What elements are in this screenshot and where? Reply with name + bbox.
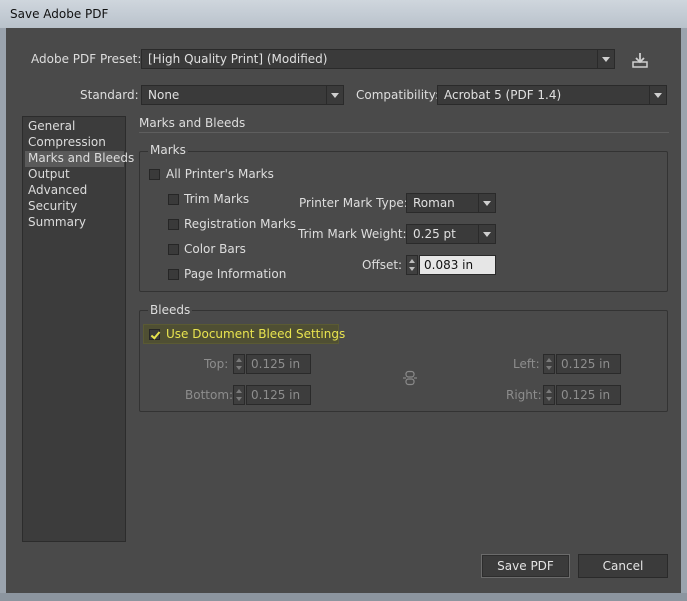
stepper-arrows-icon[interactable] <box>543 354 555 374</box>
all-printers-marks-checkbox[interactable] <box>149 169 160 180</box>
standard-label: Standard: <box>80 88 139 102</box>
section-title: Marks and Bleeds <box>139 116 246 130</box>
trim-mark-weight-dropdown[interactable]: 0.25 pt <box>406 224 496 244</box>
color-bars-label: Color Bars <box>184 242 246 256</box>
sidebar-item-output[interactable]: Output <box>28 167 70 183</box>
printer-mark-type-value: Roman <box>413 196 455 210</box>
bleed-right-stepper[interactable]: 0.125 in <box>543 385 621 405</box>
preset-value: [High Quality Print] (Modified) <box>148 52 328 66</box>
title-bar[interactable]: Save Adobe PDF <box>0 0 687 29</box>
chevron-down-icon <box>597 50 614 68</box>
bleed-top-stepper[interactable]: 0.125 in <box>233 354 311 374</box>
offset-input[interactable]: 0.083 in <box>419 255 496 275</box>
color-bars-checkbox[interactable] <box>168 244 179 255</box>
page-information-checkbox[interactable] <box>168 269 179 280</box>
standard-value: None <box>148 88 180 102</box>
bleed-bottom-stepper[interactable]: 0.125 in <box>233 385 311 405</box>
trim-mark-weight-value: 0.25 pt <box>413 227 456 241</box>
sidebar-item-compression[interactable]: Compression <box>28 135 106 151</box>
sidebar-item-advanced[interactable]: Advanced <box>28 183 87 199</box>
chevron-down-icon <box>478 225 495 243</box>
registration-marks-label: Registration Marks <box>184 217 297 231</box>
bleed-right-label: Right: <box>506 388 542 402</box>
bleed-left-label: Left: <box>513 357 540 371</box>
use-document-bleed-label: Use Document Bleed Settings <box>166 327 346 341</box>
printer-mark-type-dropdown[interactable]: Roman <box>406 193 496 213</box>
sidebar-item-summary[interactable]: Summary <box>28 215 86 231</box>
all-printers-marks-label: All Printer's Marks <box>166 167 274 181</box>
offset-label: Offset: <box>362 258 403 272</box>
save-preset-icon[interactable] <box>631 51 649 69</box>
trim-marks-label: Trim Marks <box>184 192 250 206</box>
bleeds-group-title: Bleeds <box>148 303 193 317</box>
offset-stepper[interactable]: 0.083 in <box>406 255 496 275</box>
compatibility-label: Compatibility: <box>356 88 440 102</box>
bleed-top-input[interactable]: 0.125 in <box>246 354 311 374</box>
bleed-bottom-input[interactable]: 0.125 in <box>246 385 311 405</box>
chain-link-icon[interactable] <box>402 370 418 386</box>
bleed-right-input[interactable]: 0.125 in <box>556 385 621 405</box>
printer-mark-type-label: Printer Mark Type: <box>299 196 408 210</box>
bleed-bottom-label: Bottom: <box>185 388 234 402</box>
sidebar-item-general[interactable]: General <box>28 119 75 135</box>
preset-dropdown[interactable]: [High Quality Print] (Modified) <box>141 49 615 69</box>
chevron-down-icon <box>326 86 343 104</box>
bleed-left-input[interactable]: 0.125 in <box>556 354 621 374</box>
bleed-left-stepper[interactable]: 0.125 in <box>543 354 621 374</box>
category-list: General Compression Marks and Bleeds Out… <box>22 116 134 542</box>
stepper-arrows-icon[interactable] <box>406 255 418 275</box>
stepper-arrows-icon[interactable] <box>543 385 555 405</box>
stepper-arrows-icon[interactable] <box>233 354 245 374</box>
compatibility-value: Acrobat 5 (PDF 1.4) <box>444 88 562 102</box>
compatibility-dropdown[interactable]: Acrobat 5 (PDF 1.4) <box>437 85 667 105</box>
window-title: Save Adobe PDF <box>10 7 109 21</box>
registration-marks-checkbox[interactable] <box>168 219 179 230</box>
trim-mark-weight-label: Trim Mark Weight: <box>298 227 407 241</box>
bleed-top-label: Top: <box>204 357 229 371</box>
sidebar-item-marks-and-bleeds[interactable]: Marks and Bleeds <box>25 151 134 167</box>
preset-label: Adobe PDF Preset: <box>31 52 142 66</box>
use-document-bleed-checkbox[interactable] <box>149 329 160 340</box>
chevron-down-icon <box>649 86 666 104</box>
save-pdf-button[interactable]: Save PDF <box>481 554 570 578</box>
window-frame-right <box>681 28 687 601</box>
sidebar-item-security[interactable]: Security <box>28 199 77 215</box>
chevron-down-icon <box>478 194 495 212</box>
page-information-label: Page Information <box>184 267 287 281</box>
cancel-button[interactable]: Cancel <box>578 554 668 578</box>
window-frame-bottom <box>0 593 687 601</box>
standard-dropdown[interactable]: None <box>141 85 344 105</box>
trim-marks-checkbox[interactable] <box>168 194 179 205</box>
marks-group-title: Marks <box>148 143 188 157</box>
save-adobe-pdf-dialog: Save Adobe PDF Adobe PDF Preset: [High Q… <box>0 0 687 601</box>
section-divider <box>139 132 669 133</box>
stepper-arrows-icon[interactable] <box>233 385 245 405</box>
